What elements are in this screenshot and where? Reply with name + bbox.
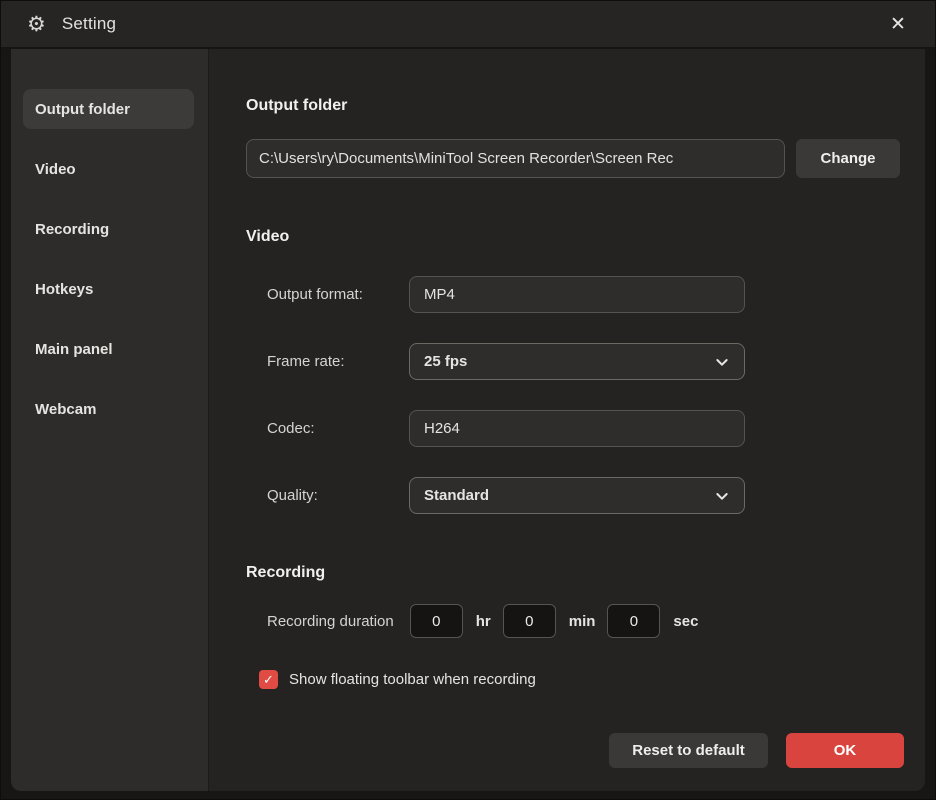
seconds-unit-label: sec [673, 613, 698, 630]
settings-window: ⚙ Setting ✕ Output folder Video Recordin… [0, 0, 936, 800]
close-icon[interactable]: ✕ [883, 9, 913, 39]
sidebar-item-output-folder[interactable]: Output folder [23, 89, 194, 129]
chevron-down-icon [714, 488, 730, 504]
output-format-input[interactable] [424, 286, 730, 303]
floating-toolbar-row: ✓ Show floating toolbar when recording [246, 670, 925, 689]
codec-field[interactable] [409, 410, 745, 447]
sidebar-item-main-panel[interactable]: Main panel [23, 329, 194, 369]
gear-icon: ⚙ [27, 14, 46, 35]
recording-duration-label: Recording duration [267, 613, 394, 630]
reset-to-default-button[interactable]: Reset to default [609, 733, 768, 768]
sidebar-item-recording[interactable]: Recording [23, 209, 194, 249]
dialog-body: Output folder Video Recording Hotkeys Ma… [1, 49, 935, 799]
change-button[interactable]: Change [796, 139, 900, 178]
hours-unit-label: hr [476, 613, 491, 630]
output-format-label: Output format: [267, 286, 409, 303]
floating-toolbar-label: Show floating toolbar when recording [289, 671, 536, 688]
frame-rate-label: Frame rate: [267, 353, 409, 370]
quality-value: Standard [424, 487, 489, 504]
seconds-input[interactable] [607, 604, 660, 638]
footer-buttons: Reset to default OK [609, 733, 904, 768]
output-format-row: Output format: [246, 276, 925, 313]
sidebar-item-video[interactable]: Video [23, 149, 194, 189]
hours-input[interactable] [410, 604, 463, 638]
floating-toolbar-checkbox[interactable]: ✓ [259, 670, 278, 689]
minutes-input[interactable] [503, 604, 556, 638]
codec-row: Codec: [246, 410, 925, 447]
frame-rate-dropdown[interactable]: 25 fps [409, 343, 745, 380]
quality-row: Quality: Standard [246, 477, 925, 514]
sidebar-item-webcam[interactable]: Webcam [23, 389, 194, 429]
recording-heading: Recording [246, 564, 925, 582]
sidebar-item-hotkeys[interactable]: Hotkeys [23, 269, 194, 309]
output-format-field[interactable] [409, 276, 745, 313]
title-bar: ⚙ Setting ✕ [1, 1, 935, 49]
window-title: Setting [62, 14, 116, 34]
frame-rate-value: 25 fps [424, 353, 467, 370]
ok-button[interactable]: OK [786, 733, 904, 768]
output-path-input[interactable] [246, 139, 785, 178]
chevron-down-icon [714, 354, 730, 370]
output-folder-heading: Output folder [246, 97, 925, 115]
quality-dropdown[interactable]: Standard [409, 477, 745, 514]
video-rows: Output format: Frame rate: 25 fps [246, 276, 925, 514]
output-folder-row: Change [246, 139, 925, 178]
video-heading: Video [246, 228, 925, 246]
settings-content: Output folder Change Video Output format… [208, 49, 925, 791]
sidebar: Output folder Video Recording Hotkeys Ma… [11, 49, 208, 791]
minutes-unit-label: min [569, 613, 596, 630]
recording-duration-row: Recording duration hr min sec [246, 604, 925, 638]
quality-label: Quality: [267, 487, 409, 504]
codec-label: Codec: [267, 420, 409, 437]
frame-rate-row: Frame rate: 25 fps [246, 343, 925, 380]
codec-input[interactable] [424, 420, 730, 437]
